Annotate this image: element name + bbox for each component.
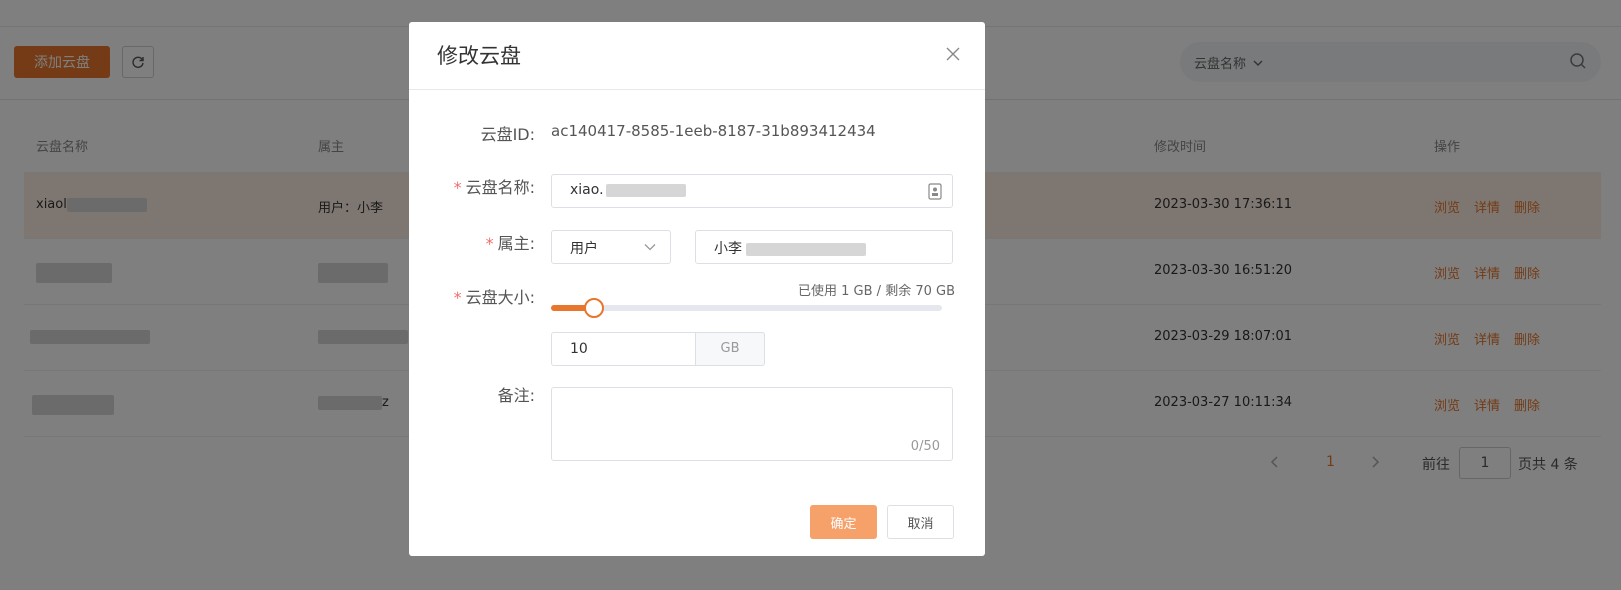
size-slider[interactable] — [551, 298, 942, 318]
size-input[interactable]: 10 — [551, 332, 696, 366]
owner-type-select[interactable]: 用户 — [551, 230, 671, 264]
remark-char-count: 0/50 — [910, 439, 940, 454]
size-input-value: 10 — [570, 341, 588, 357]
required-mark: * — [453, 288, 462, 307]
required-mark: * — [485, 234, 494, 253]
dialog-divider — [409, 89, 985, 90]
owner-label: * 属主: — [485, 234, 535, 253]
required-mark: * — [453, 178, 462, 197]
contact-card-icon[interactable] — [928, 183, 942, 200]
id-label: 云盘ID: — [480, 125, 535, 144]
size-unit: GB — [695, 332, 765, 366]
usage-text: 已使用 1 GB / 剩余 70 GB — [798, 284, 955, 299]
slider-handle[interactable] — [584, 298, 604, 318]
close-icon[interactable] — [945, 46, 961, 62]
id-value: ac140417-8585-1eeb-8187-31b893412434 — [551, 122, 876, 140]
confirm-button[interactable]: 确定 — [810, 505, 877, 539]
owner-user-input[interactable]: 小李 — [695, 230, 953, 264]
owner-type-value: 用户 — [570, 241, 598, 257]
edit-cloud-disk-dialog: 修改云盘 云盘ID: ac140417-8585-1eeb-8187-31b89… — [409, 22, 985, 556]
remark-label: 备注: — [497, 386, 535, 405]
name-label: * 云盘名称: — [453, 178, 535, 197]
owner-user-value: 小李 — [714, 238, 866, 258]
cancel-button[interactable]: 取消 — [887, 505, 954, 539]
name-input-value: xiao. — [570, 182, 686, 198]
size-label: * 云盘大小: — [453, 288, 535, 307]
remark-textarea[interactable]: 0/50 — [551, 387, 953, 461]
chevron-down-icon — [644, 244, 656, 251]
name-input[interactable]: xiao. — [551, 174, 953, 208]
dialog-title: 修改云盘 — [437, 44, 521, 68]
